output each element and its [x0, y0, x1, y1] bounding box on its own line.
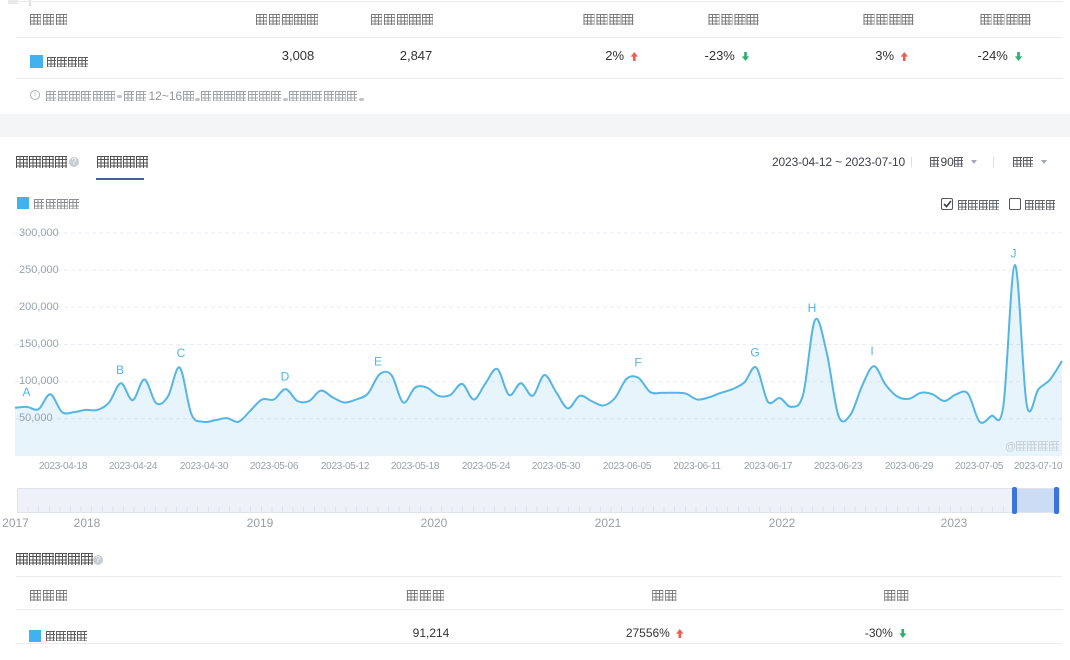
svg-text:I: I — [870, 344, 873, 358]
svg-text:F: F — [634, 356, 641, 370]
svg-text:C: C — [177, 346, 186, 360]
svg-text:J: J — [1011, 247, 1017, 261]
svg-text:D: D — [281, 370, 290, 384]
svg-text:H: H — [808, 301, 817, 315]
svg-text:B: B — [116, 363, 124, 377]
svg-text:G: G — [750, 346, 759, 360]
svg-text:E: E — [374, 355, 382, 369]
